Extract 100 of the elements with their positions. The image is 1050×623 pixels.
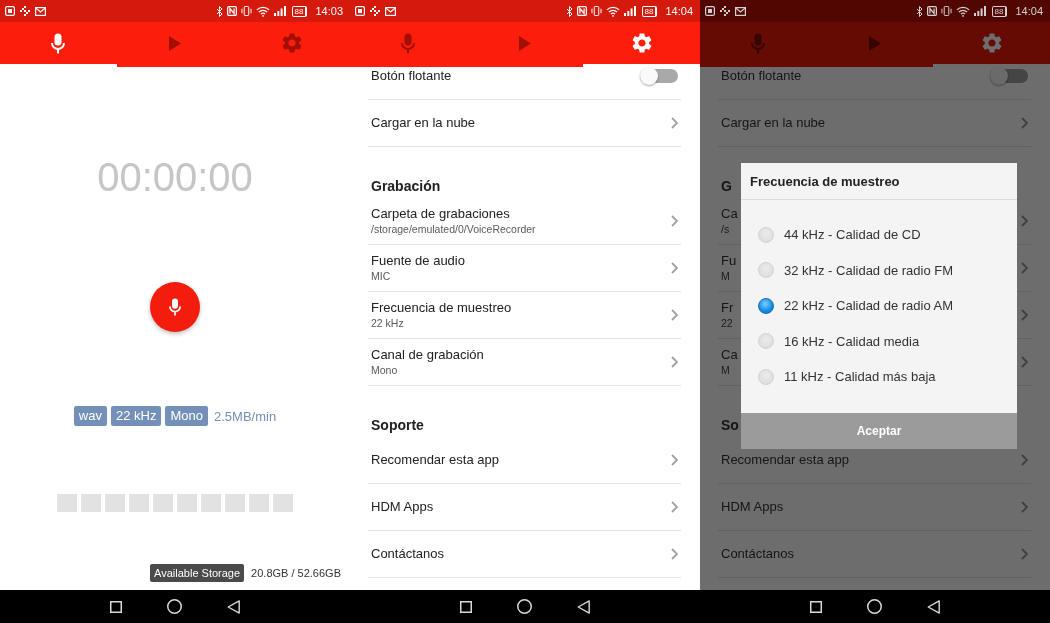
settings-item[interactable]: Cargar en la nube <box>718 100 1031 147</box>
nfc-icon <box>576 6 587 16</box>
bitrate-text: 2.5MB/min <box>214 408 277 424</box>
chevron-icon <box>671 262 678 274</box>
meter-segment <box>57 494 77 512</box>
bluetooth-icon <box>565 5 573 17</box>
section-header: G <box>721 177 732 195</box>
back-icon[interactable] <box>227 599 240 614</box>
envelope-icon <box>385 6 396 16</box>
settings-item[interactable]: Recomendar esta app <box>368 437 681 484</box>
settings-item[interactable]: Contáctanos <box>718 531 1031 578</box>
timer-display: 00:00:00 <box>97 154 253 200</box>
settings-item[interactable]: Frecuencia de muestreo 22 kHz <box>368 292 681 339</box>
settings-item[interactable]: HDM Apps <box>718 484 1031 531</box>
chevron-icon <box>1021 309 1028 321</box>
meter-segment <box>129 494 149 512</box>
section-header: So <box>721 416 739 434</box>
toggle-switch[interactable] <box>990 67 1028 85</box>
status-time: 14:04 <box>665 5 693 17</box>
dots-icon <box>20 6 30 16</box>
settings-item[interactable]: Canal de grabación Mono <box>368 339 681 386</box>
chevron-icon <box>1021 501 1028 513</box>
circle-icon[interactable] <box>517 599 532 614</box>
status-time: 14:04 <box>1015 5 1043 17</box>
battery-indicator: 88 <box>291 5 308 17</box>
microphone-icon <box>401 32 416 54</box>
meter-segment <box>177 494 197 512</box>
square-icon[interactable] <box>460 600 472 613</box>
radio-option[interactable]: 11 kHz - Calidad más baja <box>741 359 1017 395</box>
chevron-icon <box>1021 117 1028 129</box>
chevron-icon <box>1021 454 1028 466</box>
play-icon <box>519 35 531 51</box>
storage-value: 20.8GB / 52.66GB <box>251 567 341 579</box>
framed-square-icon <box>5 6 15 16</box>
framed-square-icon <box>355 6 365 16</box>
meter-segment <box>225 494 245 512</box>
chevron-icon <box>671 356 678 368</box>
vibrate-icon <box>240 6 252 16</box>
setting-title: Botón flotante <box>721 68 802 84</box>
meter-segment <box>81 494 101 512</box>
settings-icon <box>631 33 652 53</box>
envelope-icon <box>735 6 746 16</box>
radio-option[interactable]: 16 kHz - Calidad media <box>741 323 1017 359</box>
signal-icon <box>623 6 636 16</box>
format-tag: 22 kHz <box>111 406 162 426</box>
play-icon <box>869 35 881 51</box>
setting-title: Botón flotante <box>371 68 452 84</box>
battery-indicator: 88 <box>991 5 1008 17</box>
meter-segment <box>249 494 269 512</box>
bluetooth-icon <box>215 5 223 17</box>
chevron-icon <box>1021 262 1028 274</box>
microphone-icon <box>751 32 766 54</box>
circle-icon[interactable] <box>167 599 182 614</box>
chevron-icon <box>671 117 678 129</box>
meter-segment <box>201 494 221 512</box>
settings-item[interactable]: Contáctanos <box>368 531 681 578</box>
wifi-icon <box>605 5 620 17</box>
settings-icon <box>281 33 302 53</box>
wifi-icon <box>955 5 970 17</box>
chevron-icon <box>671 548 678 560</box>
battery-indicator: 88 <box>641 5 658 17</box>
framed-square-icon <box>705 6 715 16</box>
microphone-icon <box>169 298 181 316</box>
chevron-icon <box>1021 356 1028 368</box>
record-button[interactable] <box>150 282 200 332</box>
meter-segment <box>153 494 173 512</box>
chevron-icon <box>1021 548 1028 560</box>
nfc-icon <box>226 6 237 16</box>
chevron-icon <box>671 501 678 513</box>
radio-option[interactable]: 22 kHz - Calidad de radio AM <box>741 288 1017 324</box>
radio-option[interactable]: 32 kHz - Calidad de radio FM <box>741 252 1017 288</box>
dots-icon <box>370 6 380 16</box>
format-tag: wav <box>73 406 107 426</box>
chevron-icon <box>1021 215 1028 227</box>
meter-segment <box>273 494 293 512</box>
settings-item[interactable]: Cargar en la nube <box>368 100 681 147</box>
storage-label: Available Storage <box>150 564 245 582</box>
section-header: Soporte <box>371 416 424 434</box>
settings-item[interactable]: HDM Apps <box>368 484 681 531</box>
square-icon[interactable] <box>110 600 122 613</box>
settings-icon <box>981 33 1002 53</box>
dialog-title: Frecuencia de muestreo <box>741 163 1017 200</box>
wifi-icon <box>255 5 270 17</box>
settings-item[interactable]: Carpeta de grabaciones /storage/emulated/0/VoiceRecorder <box>368 198 681 245</box>
status-time: 14:03 <box>315 5 343 17</box>
radio-option[interactable]: 44 kHz - Calidad de CD <box>741 217 1017 253</box>
circle-icon[interactable] <box>867 599 882 614</box>
signal-icon <box>273 6 286 16</box>
chevron-icon <box>671 454 678 466</box>
format-tag: Mono <box>165 406 208 426</box>
chevron-icon <box>671 215 678 227</box>
play-icon <box>169 35 181 51</box>
settings-item[interactable]: Fuente de audio MIC <box>368 245 681 292</box>
back-icon[interactable] <box>577 599 590 614</box>
square-icon[interactable] <box>810 600 822 613</box>
toggle-switch[interactable] <box>640 67 678 85</box>
chevron-icon <box>671 309 678 321</box>
bluetooth-icon <box>915 5 923 17</box>
nfc-icon <box>926 6 937 16</box>
back-icon[interactable] <box>927 599 940 614</box>
